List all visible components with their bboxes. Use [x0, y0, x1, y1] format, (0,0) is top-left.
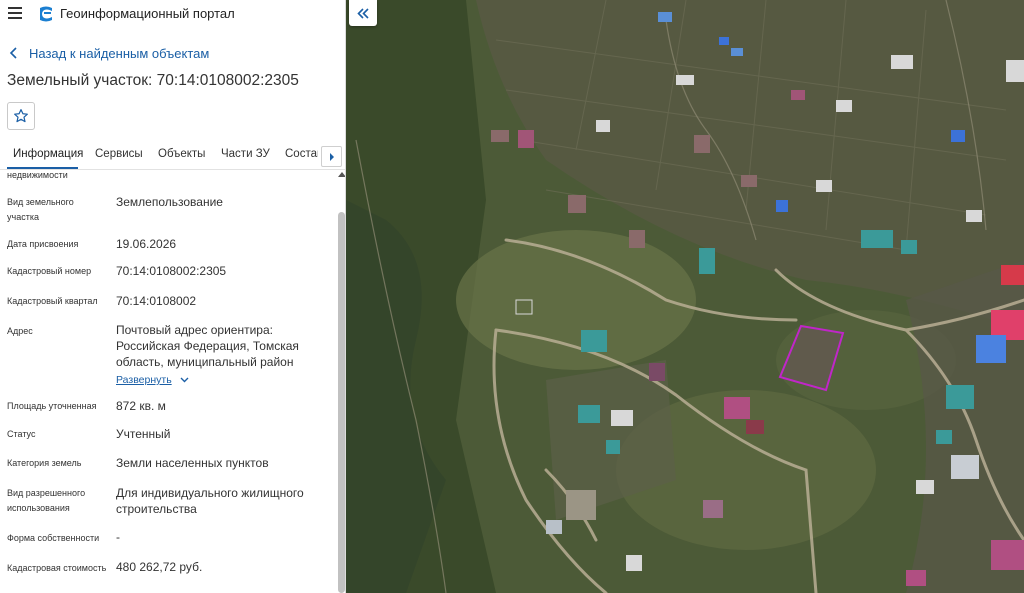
info-label: Кадастровый номер: [7, 266, 92, 276]
info-label: Вид земельного участка: [7, 197, 74, 222]
expand-address-link[interactable]: Развернуть: [116, 374, 189, 386]
tabs-scroll-right-button[interactable]: [321, 146, 342, 167]
info-value: 19.06.2026: [116, 237, 177, 251]
info-value: 872 кв. м: [116, 399, 166, 413]
scroll-up-arrow-icon[interactable]: [338, 172, 345, 177]
info-value: Учтенный: [116, 427, 171, 441]
tab-parts[interactable]: Части ЗУ: [221, 148, 270, 160]
info-label: Вид разрешенного использования: [7, 488, 86, 513]
caret-right-icon: [329, 152, 334, 161]
tab-composition[interactable]: Состав: [285, 148, 318, 160]
info-value-address: Почтовый адрес ориентира: Российская Фед…: [116, 323, 299, 369]
object-title: Земельный участок: 70:14:0108002:2305: [7, 72, 299, 89]
portal-title: Геоинформационный портал: [60, 6, 235, 21]
scrollbar-thumb[interactable]: [338, 212, 345, 593]
info-panel: Геоинформационный портал Назад к найденн…: [0, 0, 346, 593]
back-to-results-link[interactable]: Назад к найденным объектам: [9, 44, 209, 62]
double-chevron-left-icon: [357, 7, 369, 19]
star-icon: [14, 109, 28, 123]
info-label: Площадь уточненная: [7, 401, 97, 411]
satellite-map[interactable]: [346, 0, 1024, 593]
info-value: 480 262,72 руб.: [116, 560, 203, 574]
collapse-panel-button[interactable]: [349, 0, 377, 26]
back-link-label: Назад к найденным объектам: [29, 45, 210, 61]
panel-scrollbar[interactable]: [337, 170, 345, 593]
info-label: Категория земель: [7, 458, 82, 468]
info-label: Дата присвоения: [7, 239, 79, 249]
info-label-cut: недвижимости: [7, 170, 68, 180]
map-imagery: [346, 0, 1024, 593]
menu-icon[interactable]: [8, 7, 22, 19]
tab-services[interactable]: Сервисы: [95, 148, 143, 160]
info-label: Кадастровый квартал: [7, 296, 98, 306]
tab-info[interactable]: Информация: [13, 148, 83, 160]
info-list: недвижимости Вид земельного участка Земл…: [0, 170, 336, 593]
top-bar: Геоинформационный портал: [0, 0, 345, 30]
tab-objects[interactable]: Объекты: [158, 148, 205, 160]
expand-label: Развернуть: [116, 374, 172, 386]
info-label: Адрес: [7, 326, 33, 336]
info-value: 70:14:0108002:2305: [116, 264, 227, 278]
info-label: Кадастровая стоимость: [7, 563, 107, 573]
active-tab-indicator: [7, 167, 78, 169]
info-value: Землепользование: [116, 195, 223, 209]
info-value: Земли населенных пунктов: [116, 456, 269, 470]
info-label: Форма собственности: [7, 533, 100, 543]
info-value: 70:14:0108002: [116, 294, 197, 308]
favorite-button[interactable]: [7, 102, 35, 130]
tab-bar: Информация Сервисы Объекты Части ЗУ Сост…: [0, 140, 345, 170]
info-label: Статус: [7, 429, 36, 439]
chevron-down-icon: [180, 377, 189, 383]
info-value: -: [116, 530, 120, 544]
chevron-left-icon: [9, 47, 17, 59]
info-value: Для индивидуального жилищного строительс…: [116, 486, 304, 516]
portal-logo-icon: [40, 6, 52, 22]
